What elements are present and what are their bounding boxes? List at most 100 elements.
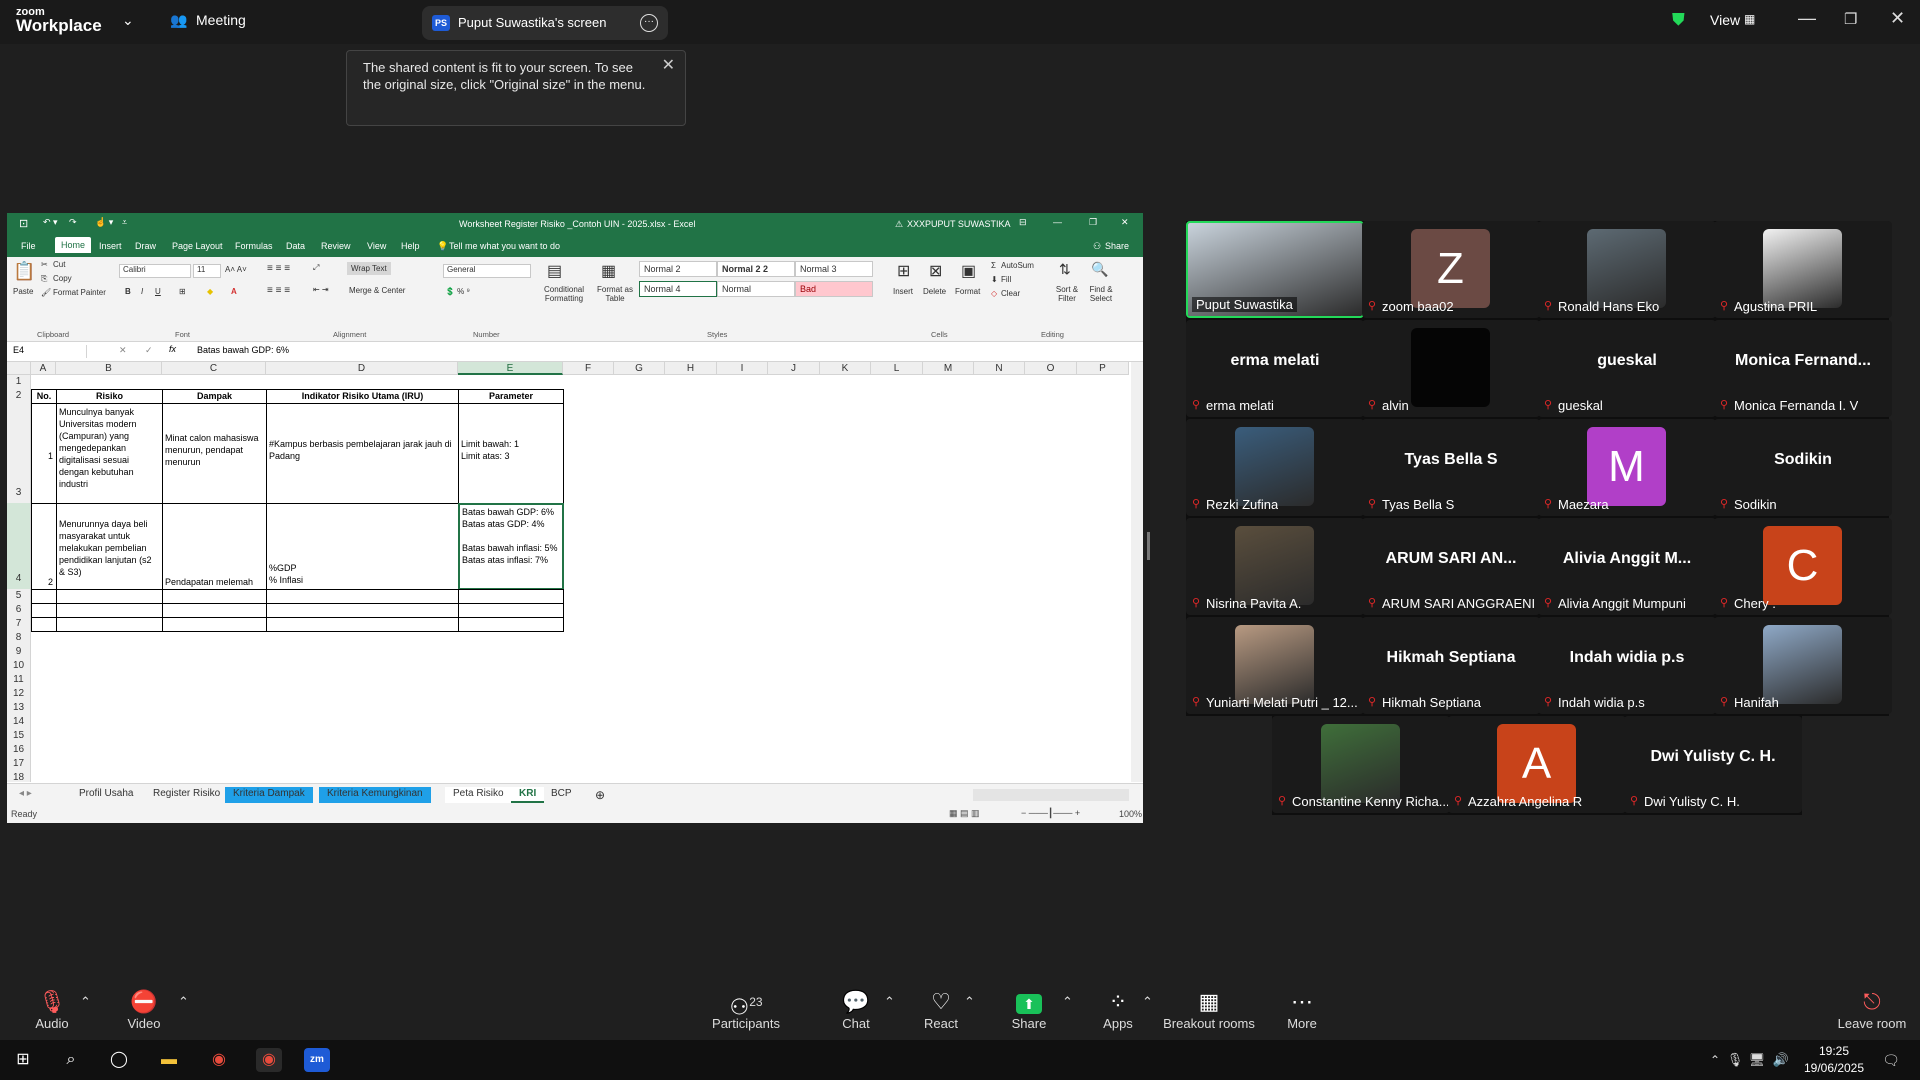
participant-tile[interactable]: ⚲ alvin [1362, 320, 1540, 417]
tooltip-close-icon[interactable]: ✕ [662, 57, 675, 74]
tab-data[interactable]: Data [286, 241, 305, 251]
header-cell-risiko[interactable]: Risiko [56, 389, 163, 404]
row-header[interactable]: 15 [7, 729, 31, 743]
column-header[interactable]: D [266, 362, 458, 375]
screen-share-pill[interactable]: PS Puput Suwastika's screen ··· [422, 6, 668, 40]
participant-tile[interactable]: Dwi Yulisty C. H. ⚲ Dwi Yulisty C. H. [1624, 716, 1802, 813]
participant-tile[interactable]: Indah widia p.s ⚲ Indah widia p.s [1538, 617, 1716, 714]
sheet-tab[interactable]: Kriteria Dampak [225, 787, 313, 803]
tab-view[interactable]: View [367, 241, 386, 251]
copy-icon[interactable]: ⎘ [41, 274, 47, 284]
format-painter-icon[interactable]: 🖌 [41, 288, 51, 297]
table-cell-no[interactable]: 1 [31, 403, 57, 504]
style-normal-4[interactable]: Normal 4 [639, 281, 717, 297]
top-align-icon[interactable]: ≡ ≡ ≡ [267, 263, 290, 274]
left-align-icon[interactable]: ≡ ≡ ≡ [267, 285, 290, 296]
participant-tile[interactable]: ⚲ Ronald Hans Eko [1538, 221, 1716, 318]
audio-options-chevron-icon[interactable]: ⌃ [80, 994, 91, 1010]
cancel-formula-icon[interactable]: ✕ [119, 345, 127, 356]
tab-file[interactable]: File [21, 241, 36, 251]
format-as-table-icon[interactable]: ▦ [601, 261, 616, 281]
leave-room-button[interactable]: ⎋ Leave room [1822, 988, 1920, 1031]
column-header[interactable]: F [563, 362, 614, 375]
meeting-label[interactable]: Meeting [196, 12, 246, 28]
table-cell-dampak[interactable]: Minat calon mahasiswa menurun, pendapat … [162, 403, 267, 504]
fill-color-icon[interactable]: ◆ [207, 287, 213, 296]
sheet-tab-active[interactable]: KRI [511, 787, 545, 803]
column-header[interactable]: B [56, 362, 162, 375]
font-size-select[interactable]: 11 [193, 264, 221, 278]
header-cell-iru[interactable]: Indikator Risiko Utama (IRU) [266, 389, 459, 404]
clear-button[interactable]: Clear [1001, 289, 1020, 298]
row-header[interactable]: 1 [7, 375, 31, 389]
column-header[interactable]: N [974, 362, 1025, 375]
format-as-table-button[interactable]: Format as Table [593, 285, 637, 303]
column-header[interactable]: H [665, 362, 717, 375]
borders-icon[interactable]: ⊞ [179, 287, 186, 296]
participant-tile[interactable]: erma melati ⚲ erma melati [1186, 320, 1364, 417]
table-cell-parameter[interactable]: Limit bawah: 1 Limit atas: 3 [458, 403, 564, 504]
shield-icon[interactable]: ⛊ [1672, 10, 1685, 30]
clear-icon[interactable]: ◇ [991, 289, 997, 298]
row-header[interactable]: 11 [7, 673, 31, 687]
sheet-tab[interactable]: Profil Usaha [71, 787, 141, 803]
notifications-icon[interactable]: 🗨 [1878, 1048, 1904, 1072]
paste-icon[interactable]: 📋 [13, 261, 35, 282]
minimize-icon[interactable]: — [1798, 8, 1816, 29]
volume-icon[interactable]: 🔊 [1768, 1048, 1794, 1072]
formula-input[interactable]: Batas bawah GDP: 6% [197, 345, 289, 355]
file-explorer-icon[interactable]: ▬ [156, 1048, 182, 1072]
row-header[interactable]: 6 [7, 603, 31, 617]
column-header[interactable]: G [614, 362, 665, 375]
tell-me-search[interactable]: Tell me what you want to do [449, 241, 560, 251]
row-header[interactable]: 14 [7, 715, 31, 729]
more-button[interactable]: ⋯ More [1252, 988, 1352, 1031]
participant-tile[interactable]: Hikmah Septiana ⚲ Hikmah Septiana [1362, 617, 1540, 714]
table-cell-iru[interactable]: %GDP % Inflasi [266, 503, 459, 590]
participant-tile[interactable]: Tyas Bella S ⚲ Tyas Bella S [1362, 419, 1540, 516]
tab-review[interactable]: Review [321, 241, 351, 251]
participant-tile[interactable]: gueskal ⚲ gueskal [1538, 320, 1716, 417]
insert-cells-button[interactable]: Insert [893, 287, 913, 296]
participant-tile[interactable]: ⚲ Nisrina Pavita A. [1186, 518, 1364, 615]
autosum-icon[interactable]: Σ [991, 261, 996, 270]
apps-button[interactable]: ⁘ Apps [1068, 988, 1168, 1031]
customize-toolbar-icon[interactable]: ⩡ [122, 217, 127, 228]
search-icon[interactable]: ⌕ [58, 1048, 84, 1072]
excel-close-icon[interactable]: ✕ [1121, 217, 1129, 228]
merge-center-button[interactable]: Merge & Center [349, 286, 405, 295]
chevron-down-icon[interactable]: ⌄ [122, 12, 134, 29]
grow-font-icon[interactable]: A˄ A˅ [225, 265, 247, 274]
enter-formula-icon[interactable]: ✓ [145, 345, 153, 356]
tab-insert[interactable]: Insert [99, 241, 122, 251]
network-icon[interactable]: 🖥 [1744, 1048, 1770, 1072]
participant-tile[interactable]: ⚲ Constantine Kenny Richa... [1272, 716, 1450, 813]
fill-button[interactable]: Fill [1001, 275, 1011, 284]
row-header[interactable]: 13 [7, 701, 31, 715]
underline-icon[interactable]: U [155, 287, 161, 296]
row-header[interactable]: 4 [7, 503, 31, 589]
react-button[interactable]: ♡ React [891, 988, 991, 1031]
sort-filter-icon[interactable]: ⇅ [1059, 261, 1071, 278]
windows-start-icon[interactable]: ⊞ [10, 1048, 36, 1072]
participant-tile[interactable]: M ⚲ Maezara [1538, 419, 1716, 516]
tab-draw[interactable]: Draw [135, 241, 156, 251]
participant-tile[interactable]: ⚲ Rezki Zufina [1186, 419, 1364, 516]
row-header[interactable]: 10 [7, 659, 31, 673]
copy-button[interactable]: Copy [53, 274, 72, 283]
font-name-select[interactable]: Calibri [119, 264, 191, 278]
tab-help[interactable]: Help [401, 241, 420, 251]
tab-scroll-arrows[interactable]: ◂ ▸ [11, 787, 40, 803]
table-row-empty[interactable] [31, 617, 564, 632]
excel-share-button[interactable]: Share [1105, 241, 1129, 251]
style-normal-2-2[interactable]: Normal 2 2 [717, 261, 795, 277]
view-mode-icons[interactable]: ▦ ▤ ▥ [949, 808, 980, 819]
close-icon[interactable]: ✕ [1890, 8, 1905, 29]
tab-page-layout[interactable]: Page Layout [172, 241, 223, 251]
participant-tile[interactable]: ARUM SARI AN... ⚲ ARUM SARI ANGGRAENI [1362, 518, 1540, 615]
format-painter-button[interactable]: Format Painter [53, 288, 106, 297]
row-header[interactable]: 12 [7, 687, 31, 701]
excel-restore-icon[interactable]: ❐ [1089, 217, 1097, 228]
header-cell-parameter[interactable]: Parameter [458, 389, 564, 404]
bold-icon[interactable]: B [125, 287, 131, 296]
